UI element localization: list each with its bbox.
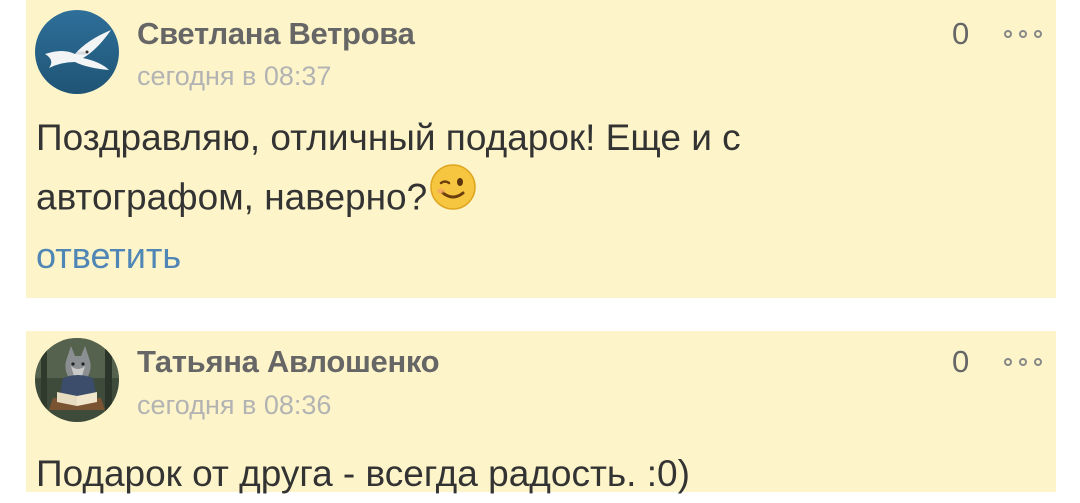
more-options-icon[interactable] [1004, 356, 1042, 368]
author-name[interactable]: Татьяна Авлошенко [137, 344, 440, 380]
winking-face-emoji-icon [429, 163, 477, 228]
comment-timestamp: сегодня в 08:37 [137, 61, 332, 91]
avatar[interactable] [35, 10, 119, 94]
comment-text: Поздравляю, отличный подарок! Еще и с ав… [36, 109, 836, 232]
like-count[interactable]: 0 [952, 16, 969, 52]
comment-text-line: автографом, наверно? [36, 176, 428, 218]
comment-timestamp: сегодня в 08:36 [137, 390, 332, 420]
comment-card: Татьяна Авлошенко сегодня в 08:36 0 Пода… [26, 331, 1056, 494]
wolf-reading-avatar-image [35, 338, 119, 422]
seagull-avatar-image [35, 10, 119, 94]
avatar[interactable] [35, 338, 119, 422]
comment-text-line: Поздравляю, отличный подарок! Еще и с [36, 117, 741, 158]
comment-text: Подарок от друга - всегда радость. :0) [36, 445, 836, 503]
author-name[interactable]: Светлана Ветрова [137, 16, 415, 52]
more-options-icon[interactable] [1004, 28, 1042, 40]
like-count[interactable]: 0 [952, 344, 969, 380]
comment-text-line: Подарок от друга - всегда радость. :0) [36, 453, 690, 494]
comment-card: Светлана Ветрова сегодня в 08:37 0 Поздр… [26, 0, 1056, 298]
reply-link[interactable]: ответить [36, 235, 181, 277]
